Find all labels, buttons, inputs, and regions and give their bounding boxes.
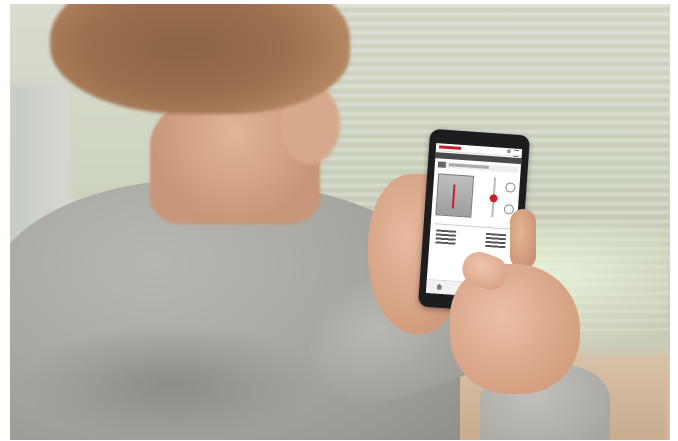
person-hair bbox=[50, 4, 350, 114]
sweater-fold bbox=[20, 324, 320, 440]
divider bbox=[434, 223, 513, 230]
position-slider-thumb[interactable] bbox=[489, 194, 498, 203]
left-hand-finger bbox=[510, 209, 536, 269]
blind-open-icon[interactable] bbox=[435, 229, 457, 245]
menu-icon[interactable] bbox=[513, 149, 520, 157]
app-logo bbox=[438, 145, 462, 150]
photo-scene bbox=[10, 4, 670, 440]
blind-closed-icon[interactable] bbox=[485, 232, 507, 249]
up-button[interactable] bbox=[505, 182, 516, 193]
device-thumbnail bbox=[437, 161, 447, 168]
user-icon[interactable] bbox=[506, 149, 512, 154]
